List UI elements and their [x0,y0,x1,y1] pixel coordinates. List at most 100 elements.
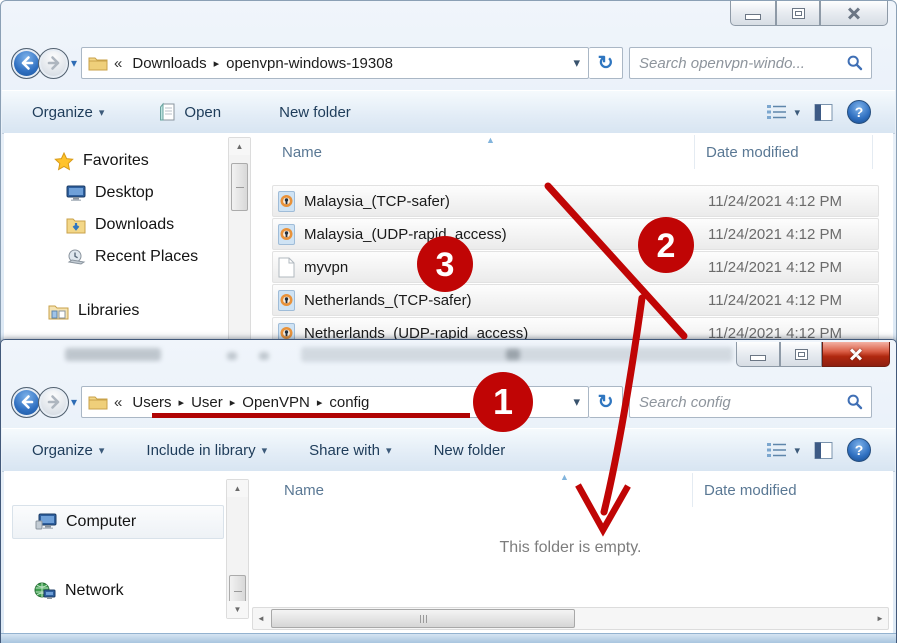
navigation-pane: Favorites Desktop Downloads [4,133,226,348]
address-bar[interactable]: « Downloads ▸ openvpn-windows-19308 ▾ [81,47,589,79]
minimize-button[interactable] [736,342,780,367]
address-history-caret[interactable]: ▾ [574,55,581,71]
minimize-button[interactable] [730,1,776,26]
close-button[interactable] [822,342,890,367]
caret-down-icon: ▾ [794,106,800,119]
new-folder-button[interactable]: New folder [434,442,506,459]
breadcrumb-openvpn-windows[interactable]: openvpn-windows-19308 [226,55,393,72]
arrow-up-icon: ▲ [236,142,244,151]
maximize-button[interactable] [780,342,822,367]
window-bottom-frame [1,633,896,643]
address-bar[interactable]: « Users ▸ User ▸ OpenVPN ▸ config ▾ [81,386,589,418]
breadcrumb-separator: ▸ [179,396,185,409]
search-box[interactable]: Search openvpn-windo... [629,47,872,79]
sidebar-item-libraries[interactable]: Libraries [4,295,226,327]
breadcrumb-overflow[interactable]: « [114,394,122,411]
breadcrumb-separator: ▸ [214,57,220,70]
close-button[interactable] [820,1,888,26]
scroll-left-button[interactable]: ◄ [253,608,269,629]
column-divider[interactable] [692,473,693,507]
preview-pane-button[interactable] [814,441,833,460]
help-button[interactable]: ? [847,438,871,462]
navigation-pane: Computer Network [4,471,224,633]
scrollbar-thumb[interactable] [271,609,575,628]
search-box[interactable]: Search config [629,386,872,418]
sidebar-item-computer[interactable]: Computer [12,505,224,539]
preview-pane-icon [814,441,833,460]
arrow-up-icon: ▲ [234,484,242,493]
include-in-library-button[interactable]: Include in library▾ [146,442,267,459]
search-input[interactable]: Search config [630,394,846,411]
help-button[interactable]: ? [847,100,871,124]
sidebar-item-downloads[interactable]: Downloads [4,209,226,241]
caret-down-icon: ▾ [386,444,392,457]
scroll-right-button[interactable]: ► [872,608,888,629]
file-row-netherlands-tcp[interactable]: Netherlands_(TCP-safer) 11/24/2021 4:12 … [272,284,879,316]
breadcrumb-overflow[interactable]: « [114,55,122,72]
minimize-icon [750,355,766,361]
recent-pages-caret[interactable]: ▾ [71,395,77,409]
change-view-button[interactable]: ▾ [766,441,800,459]
organize-button[interactable]: Organize▾ [32,104,104,121]
libraries-icon [48,302,69,320]
blurred-background-window [65,348,161,361]
open-button[interactable]: Open [158,102,221,122]
preview-pane-button[interactable] [814,103,833,122]
file-row-malaysia-tcp[interactable]: Malaysia_(TCP-safer) 11/24/2021 4:12 PM [272,185,879,217]
forward-arrow-icon [45,54,63,72]
breadcrumb-downloads[interactable]: Downloads [132,55,206,72]
new-folder-button[interactable]: New folder [279,104,351,121]
search-icon[interactable] [846,393,864,411]
column-divider[interactable] [872,135,873,169]
address-row: ▾ « Users ▸ User ▸ OpenVPN ▸ config ▾ ↻ … [11,386,884,418]
refresh-button[interactable]: ↻ [589,386,623,418]
forward-button[interactable] [38,48,69,79]
recent-pages-caret[interactable]: ▾ [71,56,77,70]
file-row-myvpn[interactable]: myvpn 11/24/2021 4:12 PM [272,251,879,283]
organize-button[interactable]: Organize▾ [32,442,104,459]
back-arrow-icon [18,393,36,411]
refresh-button[interactable]: ↻ [589,47,623,79]
share-with-button[interactable]: Share with▾ [309,442,391,459]
ovpn-file-icon [278,224,295,245]
address-history-caret[interactable]: ▾ [574,394,581,410]
explorer-window-config: ▾ « Users ▸ User ▸ OpenVPN ▸ config ▾ ↻ … [0,339,897,643]
window-controls [736,342,890,367]
breadcrumb-separator: ▸ [230,396,236,409]
column-header-date[interactable]: Date modified [704,482,797,499]
breadcrumb-openvpn[interactable]: OpenVPN [242,394,310,411]
column-header-name[interactable]: Name [282,144,322,161]
maximize-button[interactable] [776,1,820,26]
document-file-icon [278,257,295,278]
sidebar-item-favorites[interactable]: Favorites [4,145,226,177]
window-controls [730,1,888,26]
explorer-main: Computer Network ▲ ▼ [4,471,893,633]
scrollbar-thumb[interactable] [231,163,248,211]
empty-folder-message: This folder is empty. [248,539,893,557]
sidebar-item-desktop[interactable]: Desktop [4,177,226,209]
maximize-icon [795,349,808,360]
column-header-date[interactable]: Date modified [706,144,799,161]
address-row: ▾ « Downloads ▸ openvpn-windows-19308 ▾ … [11,47,884,79]
sidebar-scrollbar[interactable]: ▲ [228,137,251,348]
column-divider[interactable] [694,135,695,169]
horizontal-scrollbar[interactable]: ◄ ► [252,607,889,630]
column-header-name[interactable]: Name [284,482,324,499]
command-toolbar: Organize▾ Include in library▾ Share with… [2,428,895,472]
scroll-down-button[interactable]: ▼ [227,601,248,618]
search-icon[interactable] [846,54,864,72]
breadcrumb-users[interactable]: Users [132,394,171,411]
breadcrumb-user[interactable]: User [191,394,223,411]
breadcrumb-config[interactable]: config [329,394,369,411]
scroll-up-button[interactable]: ▲ [229,138,250,155]
star-icon [54,152,74,171]
sidebar-item-network[interactable]: Network [34,575,224,607]
file-row-malaysia-udp[interactable]: Malaysia_(UDP-rapid_access) 11/24/2021 4… [272,218,879,250]
sidebar-item-recent-places[interactable]: Recent Places [4,241,226,273]
file-list-pane: ▲ Name Date modified This folder is empt… [248,471,893,633]
forward-button[interactable] [38,387,69,418]
change-view-button[interactable]: ▾ [766,103,800,121]
sidebar-scrollbar[interactable]: ▲ ▼ [226,479,249,619]
scroll-up-button[interactable]: ▲ [227,480,248,497]
search-input[interactable]: Search openvpn-windo... [630,55,846,72]
